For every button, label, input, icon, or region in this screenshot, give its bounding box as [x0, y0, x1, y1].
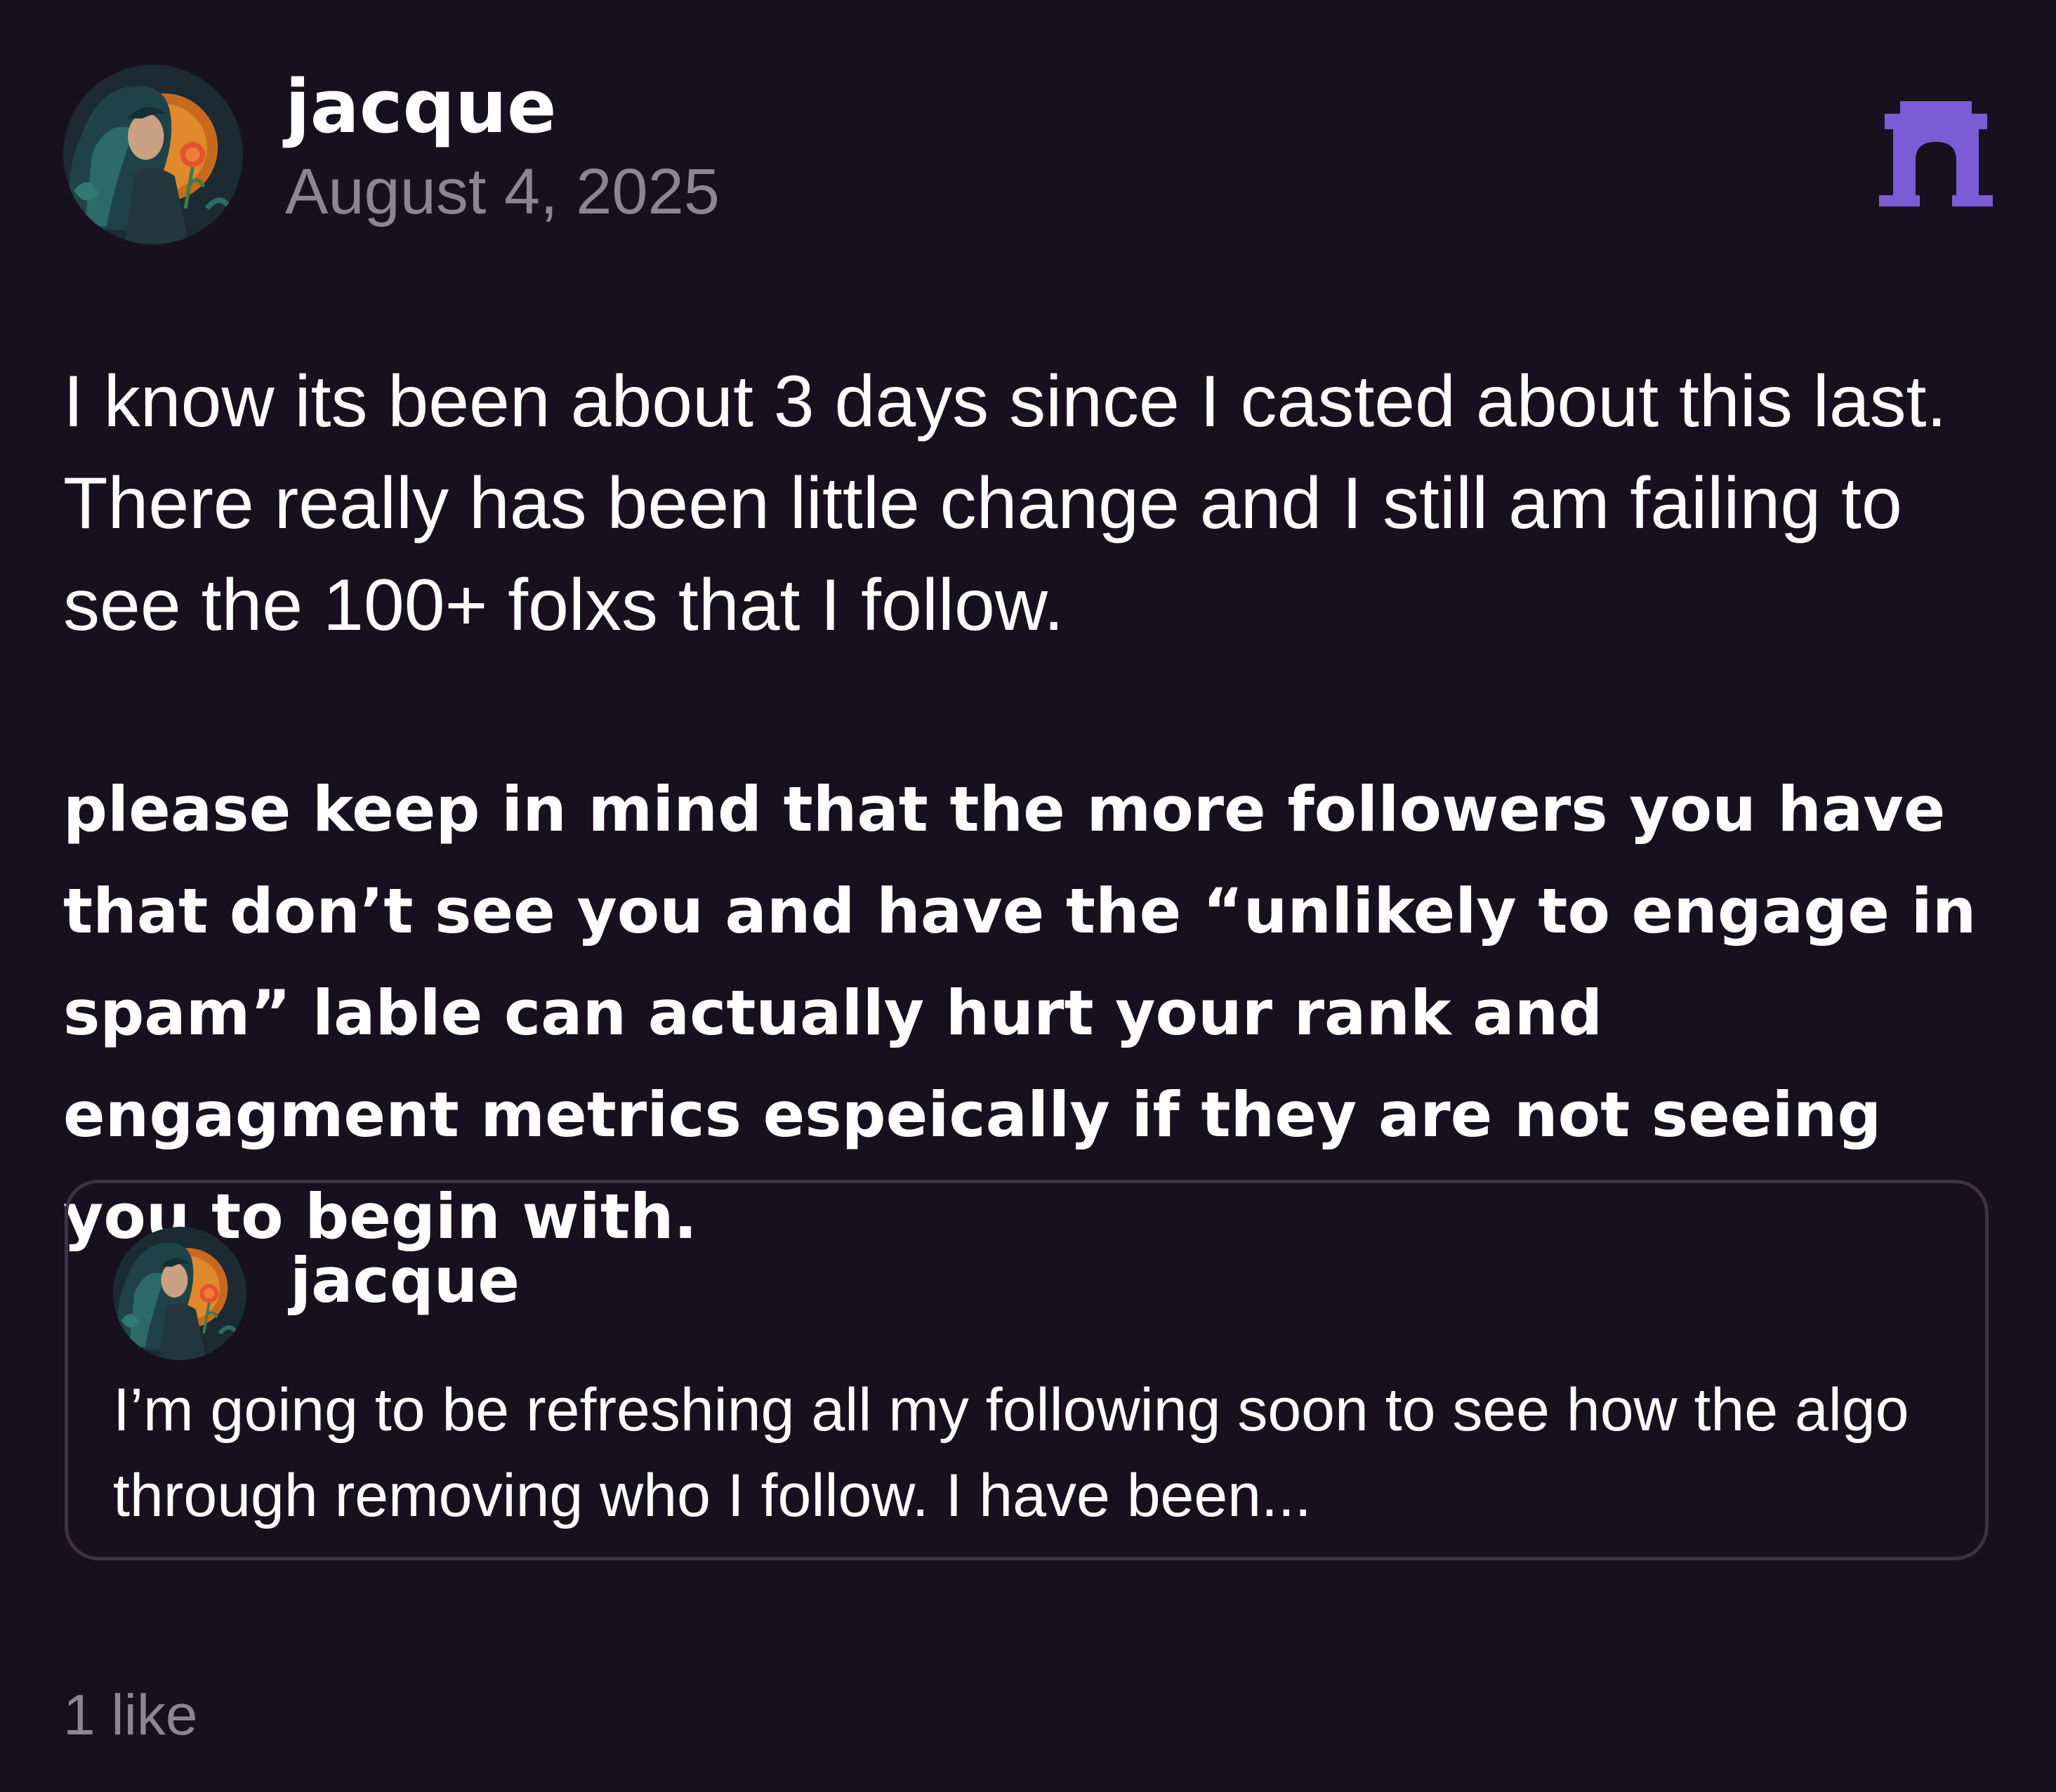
author-name[interactable]: jacque [285, 63, 557, 151]
quote-author-name: jacque [290, 1244, 520, 1317]
quoted-cast-card[interactable]: jacque I’m going to be refreshing all my… [65, 1180, 1989, 1560]
post-date: August 4, 2025 [285, 156, 720, 228]
post-header: jacque August 4, 2025 [63, 63, 1993, 247]
avatar-image [113, 1227, 246, 1360]
author-avatar[interactable] [63, 65, 243, 244]
quote-text: I’m going to be refreshing all my follow… [113, 1376, 1909, 1529]
post-body: I know its been about 3 days since I cas… [63, 351, 2001, 1267]
post-paragraph: I know its been about 3 days since I cas… [63, 361, 1947, 646]
arch-icon[interactable] [1879, 101, 1993, 206]
avatar-image [63, 65, 243, 244]
like-count[interactable]: 1 like [63, 1682, 197, 1748]
quote-author-avatar [113, 1227, 246, 1360]
